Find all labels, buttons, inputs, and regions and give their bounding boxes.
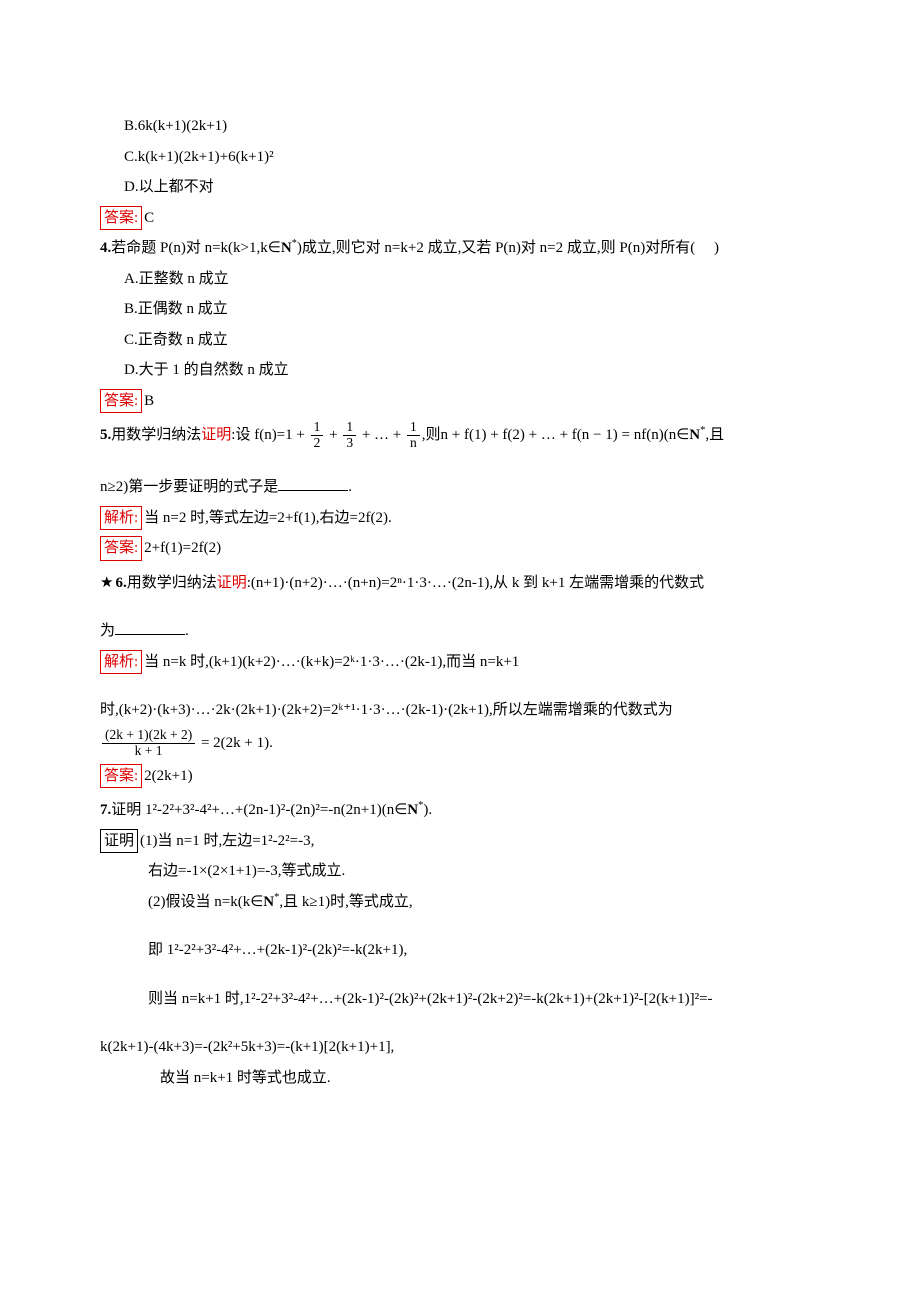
- proof-label-box: 证明: [100, 829, 138, 854]
- q6-answer: 2(2k+1): [144, 768, 192, 784]
- q6-stem: ★6.用数学归纳法证明:(n+1)·(n+2)·…·(n+n)=2ⁿ·1·3·……: [100, 569, 820, 598]
- q3-option-b: B.6k(k+1)(2k+1): [100, 112, 820, 141]
- q3-option-c: C.k(k+1)(2k+1)+6(k+1)²: [100, 143, 820, 172]
- q5-number: 5.: [100, 427, 111, 443]
- q3-answer: C: [144, 210, 154, 226]
- answer-label-box: 答案:: [100, 389, 142, 414]
- answer-label-box: 答案:: [100, 764, 142, 789]
- q5-stem-line2: n≥2)第一步要证明的式子是.: [100, 473, 820, 502]
- blank-fill: [278, 476, 348, 491]
- q7-proof-2e: 故当 n=k+1 时等式也成立.: [100, 1064, 820, 1093]
- q7-proof-2a: (2)假设当 n=k(k∈N*,且 k≥1)时,等式成立,: [100, 888, 820, 917]
- q3-answer-line: 答案:C: [100, 204, 820, 233]
- q5-answer-line: 答案:2+f(1)=2f(2): [100, 534, 820, 563]
- answer-label-box: 答案:: [100, 536, 142, 561]
- q6-answer-line: 答案:2(2k+1): [100, 762, 820, 791]
- q7-proof-1b: 右边=-1×(2×1+1)=-3,等式成立.: [100, 857, 820, 886]
- q6-number: 6.: [115, 575, 126, 591]
- q6-explain3: (2k + 1)(2k + 2)k + 1 = 2(2k + 1).: [100, 727, 820, 760]
- q4-option-d: D.大于 1 的自然数 n 成立: [100, 356, 820, 385]
- q7-stem: 7.证明 1²-2²+3²-4²+…+(2n-1)²-(2n)²=-n(2n+1…: [100, 796, 820, 825]
- explain-label-box: 解析:: [100, 650, 142, 675]
- q5-explain: 解析:当 n=2 时,等式左边=2+f(1),右边=2f(2).: [100, 504, 820, 533]
- q7-proof-2b: 即 1²-2²+3²-4²+…+(2k-1)²-(2k)²=-k(2k+1),: [100, 936, 820, 965]
- q4-option-a: A.正整数 n 成立: [100, 265, 820, 294]
- q3-option-d: D.以上都不对: [100, 173, 820, 202]
- q4-option-c: C.正奇数 n 成立: [100, 326, 820, 355]
- q5-answer: 2+f(1)=2f(2): [144, 540, 221, 556]
- q7-proof-2c: 则当 n=k+1 时,1²-2²+3²-4²+…+(2k-1)²-(2k)²+(…: [100, 985, 820, 1014]
- answer-label-box: 答案:: [100, 206, 142, 231]
- q4-answer: B: [144, 393, 154, 409]
- blank-fill: [115, 620, 185, 635]
- q6-stem-line2: 为.: [100, 617, 820, 646]
- q5-stem: 5.用数学归纳法证明:设 f(n)=1 + 12 + 13 + … + 1n,则…: [100, 417, 820, 453]
- q4-number: 4.: [100, 240, 111, 256]
- q7-proof-1a: 证明(1)当 n=1 时,左边=1²-2²=-3,: [100, 827, 820, 856]
- q7-number: 7.: [100, 802, 111, 818]
- q4-stem: 4.若命题 P(n)对 n=k(k>1,k∈N*)成立,则它对 n=k+2 成立…: [100, 234, 820, 263]
- q7-proof-2d: k(2k+1)-(4k+3)=-(2k²+5k+3)=-(k+1)[2(k+1)…: [100, 1033, 820, 1062]
- q6-explain1: 解析:当 n=k 时,(k+1)(k+2)·…·(k+k)=2ᵏ·1·3·…·(…: [100, 648, 820, 677]
- q4-answer-line: 答案:B: [100, 387, 820, 416]
- q4-option-b: B.正偶数 n 成立: [100, 295, 820, 324]
- q6-explain2: 时,(k+2)·(k+3)·…·2k·(2k+1)·(2k+2)=2ᵏ⁺¹·1·…: [100, 696, 820, 725]
- star-icon: ★: [100, 575, 113, 591]
- explain-label-box: 解析:: [100, 506, 142, 531]
